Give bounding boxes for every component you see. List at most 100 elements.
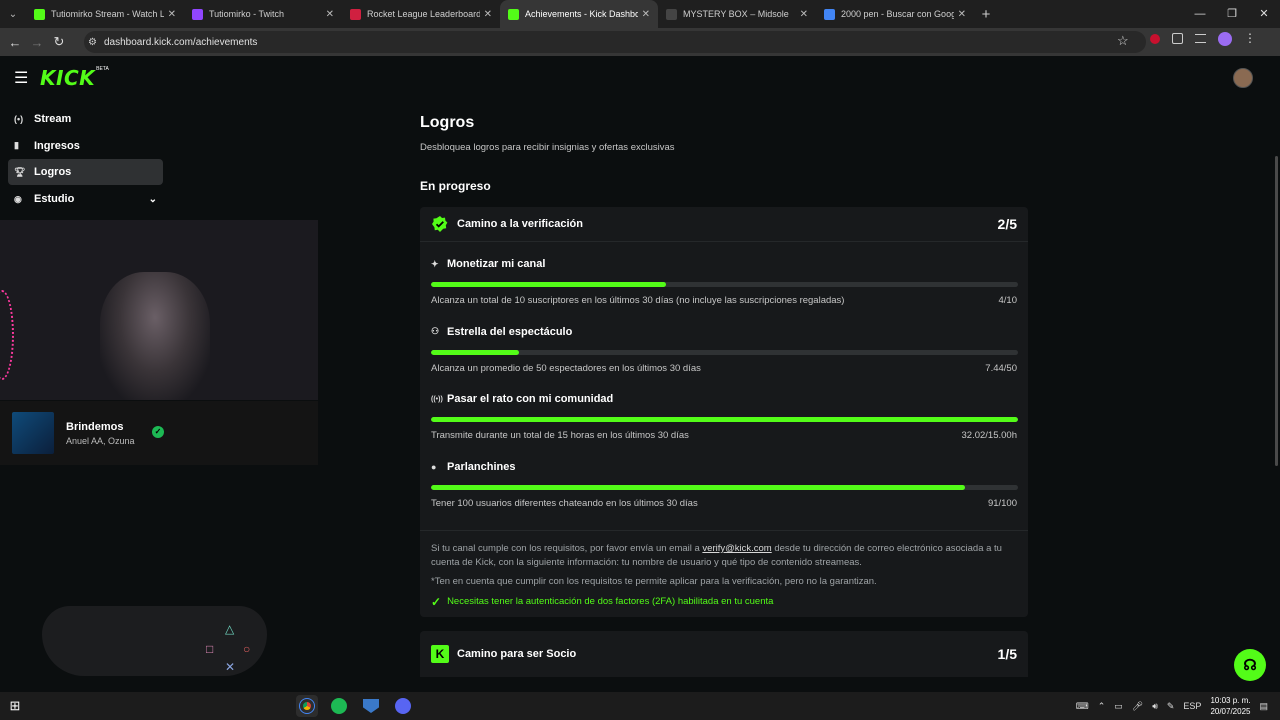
tab-close-icon[interactable]: ✕ — [326, 9, 334, 20]
chevron-up-icon[interactable]: ⌃ — [1098, 701, 1106, 712]
controller-overlay: △ □ ○ ✕ — [42, 596, 267, 692]
support-headset-icon[interactable]: ☊ — [1234, 649, 1266, 681]
reload-icon[interactable]: ↻ — [48, 34, 70, 50]
new-tab-button[interactable]: + — [974, 6, 998, 23]
card-progress-count: 2/5 — [997, 216, 1017, 232]
sidebar-item-stream[interactable]: (•) Stream — [8, 106, 163, 132]
tab-close-icon[interactable]: ✕ — [800, 9, 808, 20]
hamburger-menu-icon[interactable]: ☰ — [14, 68, 40, 88]
spotify-icon[interactable] — [328, 695, 350, 717]
goal-progress-fill — [431, 417, 1018, 422]
tab-favicon-icon — [350, 8, 361, 20]
top-nav: ☰ KICKBETA — [0, 56, 1280, 100]
circle-icon: ○ — [243, 642, 251, 656]
tab-title: Rocket League Leaderboard - R — [367, 9, 480, 19]
tab-title: Tutiomirko - Twitch — [209, 9, 285, 19]
system-tray: ⌨ ⌃ ▭ 🎤︎ 🔊︎ ✎ ESP 10:03 p. m. 20/07/2025… — [1076, 692, 1268, 720]
chrome-icon[interactable] — [296, 695, 318, 717]
user-avatar[interactable] — [1233, 68, 1253, 88]
bookmark-star-icon[interactable]: ☆ — [1117, 33, 1129, 49]
rocket-league-icon[interactable] — [360, 695, 382, 717]
goal-title: ✦ Monetizar mi canal — [431, 258, 546, 270]
goal-progress-bar — [431, 484, 1018, 490]
song-artist: Anuel AA, Ozuna — [66, 435, 135, 446]
verify-email-link[interactable]: verify@kick.com — [702, 543, 771, 554]
profile-icon[interactable] — [1218, 32, 1232, 46]
browser-tab[interactable]: Tutiomirko - Twitch ✕ — [184, 0, 342, 28]
goal-progress-bar — [431, 349, 1018, 355]
sidebar-item-logros[interactable]: 🏆︎ Logros — [8, 159, 163, 186]
goal-progress-bar — [431, 417, 1018, 422]
card-header[interactable]: Camino a la verificación 2/5 — [420, 207, 1028, 242]
tab-close-icon[interactable]: ✕ — [168, 9, 176, 20]
goal-item: ⚇ Estrella del espectáculo Alcanza un prom… — [431, 324, 1018, 392]
close-window-icon[interactable]: ✕ — [1248, 0, 1280, 28]
goal-progress-fill — [431, 484, 966, 490]
tab-search-icon[interactable]: ⌄ — [0, 0, 26, 28]
now-playing-widget: Brindemos Anuel AA, Ozuna ✓ — [0, 401, 318, 465]
square-icon: □ — [206, 642, 214, 656]
volume-icon[interactable]: 🔊︎ — [1152, 701, 1158, 712]
card-header[interactable]: K Camino para ser Socio 1/5 — [420, 631, 1028, 677]
tab-close-icon[interactable]: ✕ — [484, 9, 492, 20]
goal-description: Alcanza un promedio de 50 espectadores e… — [431, 362, 1017, 374]
windows-start-icon[interactable]: ⊞ — [0, 698, 30, 714]
broadcast-icon: ((•)) — [431, 395, 443, 403]
language-indicator[interactable]: ESP — [1183, 701, 1201, 711]
extensions-puzzle-icon[interactable] — [1172, 33, 1183, 44]
browser-tab[interactable]: Rocket League Leaderboard - R ✕ — [342, 0, 500, 28]
tab-close-icon[interactable]: ✕ — [642, 9, 650, 20]
browser-tab[interactable]: Tutiomirko Stream - Watch Live ✕ — [26, 0, 184, 28]
album-art — [12, 412, 54, 454]
kick-logo[interactable]: KICKBETA — [40, 66, 109, 90]
section-title: En progreso — [420, 179, 491, 193]
goal-item: ● Parlanchines Tener 100 usuarios diferent… — [431, 459, 1018, 527]
goal-description: Transmite durante un total de 15 horas e… — [431, 430, 1017, 441]
goal-title: ((•)) Pasar el rato con mi comunidad — [431, 393, 614, 405]
triangle-icon: △ — [225, 622, 235, 636]
goal-value: 91/100 — [987, 497, 1017, 509]
notifications-icon[interactable]: ▤ — [1259, 701, 1268, 712]
pen-icon[interactable]: ✎ — [1167, 701, 1175, 712]
sidebar-item-ingresos[interactable]: ▮ Ingresos — [8, 133, 163, 159]
chevron-down-icon[interactable]: ⌄ — [149, 194, 157, 205]
streamer-image — [100, 272, 210, 400]
achievement-card-verification: Camino a la verificación 2/5 ✦ Monetizar … — [420, 207, 1028, 617]
extension-red-icon[interactable] — [1150, 34, 1160, 44]
back-icon[interactable]: ← — [4, 35, 26, 50]
2fa-requirement: ✓ Necesitas tener la autenticación de dos… — [431, 595, 774, 609]
tab-title: Achievements - Kick Dashboard — [525, 9, 638, 19]
url-text: dashboard.kick.com/achievements — [104, 36, 258, 48]
url-field[interactable]: ⚙ dashboard.kick.com/achievements — [84, 31, 1146, 53]
note-disclaimer: *Ten en cuenta que cumplir con los requi… — [431, 576, 877, 587]
address-bar-row: ← → ↻ ⚙ dashboard.kick.com/achievements … — [0, 28, 1280, 56]
page-scrollbar[interactable] — [1275, 156, 1278, 466]
keyboard-icon[interactable]: ⌨ — [1076, 701, 1089, 712]
browser-tab[interactable]: Achievements - Kick Dashboard ✕ — [500, 0, 658, 28]
goal-item: ((•)) Pasar el rato con mi comunidad Trans… — [431, 391, 1018, 459]
extensions-area: ⋮ — [1150, 32, 1256, 46]
media-control-icon[interactable] — [1195, 34, 1206, 43]
restore-icon[interactable]: ❐ — [1216, 0, 1248, 28]
clock[interactable]: 10:03 p. m. 20/07/2025 — [1210, 695, 1250, 717]
tab-close-icon[interactable]: ✕ — [958, 9, 966, 20]
discord-icon[interactable] — [392, 695, 414, 717]
tab-favicon-icon — [666, 8, 677, 20]
tab-favicon-icon — [34, 8, 45, 20]
cross-icon: ✕ — [225, 660, 236, 674]
tab-favicon-icon — [824, 8, 835, 20]
browser-tab[interactable]: 2000 pen - Buscar con Google ✕ — [816, 0, 974, 28]
browser-menu-icon[interactable]: ⋮ — [1244, 32, 1256, 46]
minimize-icon[interactable]: — — [1184, 0, 1216, 28]
browser-tab[interactable]: MYSTERY BOX – Midsole ✕ — [658, 0, 816, 28]
forward-icon[interactable]: → — [26, 35, 48, 50]
achievements-main: Logros Desbloquea logros para recibir in… — [420, 114, 1028, 677]
goal-title: ● Parlanchines — [431, 460, 516, 473]
kick-k-icon: K — [431, 645, 449, 663]
chat-icon: ● — [431, 461, 437, 472]
studio-icon: ◉ — [14, 193, 22, 204]
network-icon[interactable]: ▭ — [1114, 701, 1123, 712]
sidebar-item-estudio[interactable]: ◉ Estudio ⌄ — [8, 186, 163, 212]
microphone-icon[interactable]: 🎤︎ — [1132, 701, 1143, 712]
site-info-icon[interactable]: ⚙ — [88, 37, 97, 48]
